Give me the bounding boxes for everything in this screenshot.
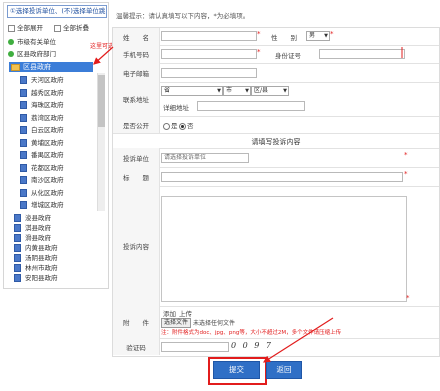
- arrow-to-submit-icon: [262, 317, 334, 363]
- annotation-arrows: [93, 46, 403, 363]
- arrow-to-tree-icon: [93, 46, 114, 65]
